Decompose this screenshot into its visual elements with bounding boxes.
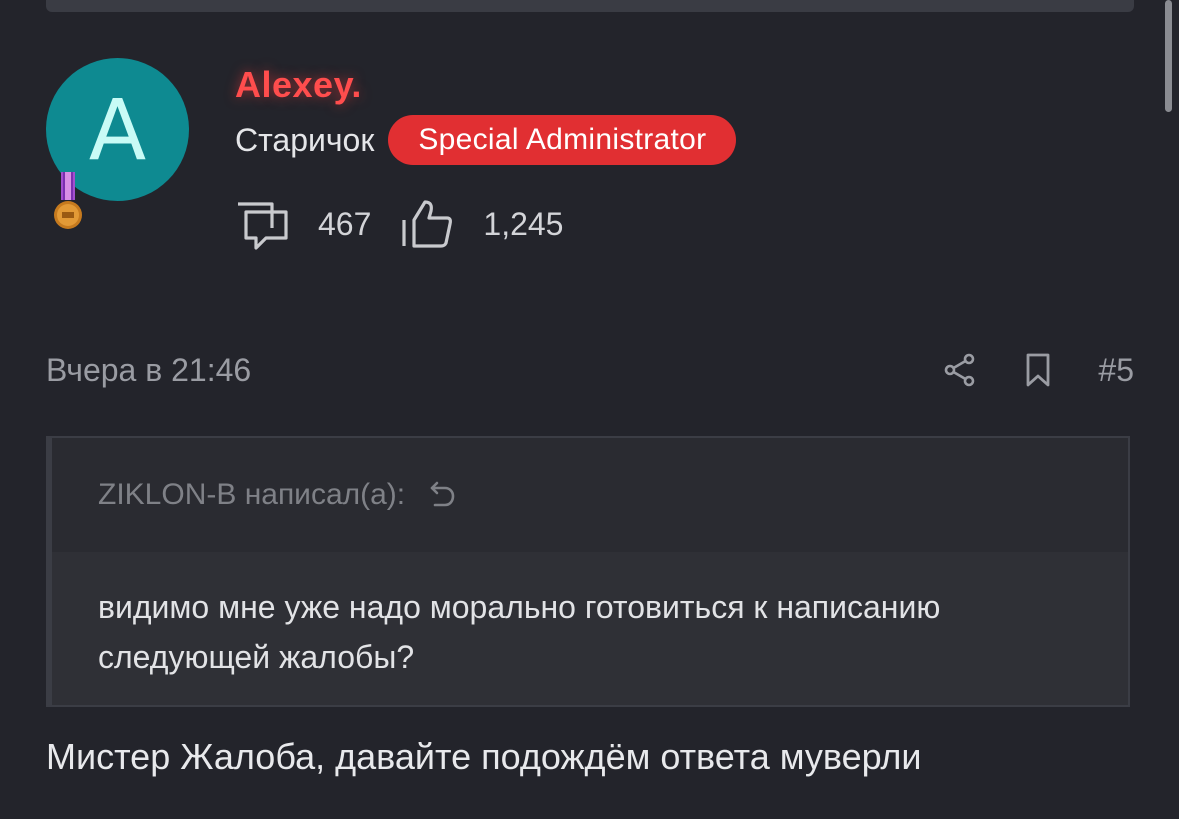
post-actions: #5 xyxy=(942,352,1134,389)
thumbs-up-icon xyxy=(402,200,453,248)
post-meta: Вчера в 21:46 #5 xyxy=(46,346,1134,394)
scrollbar[interactable] xyxy=(1165,0,1172,112)
quote-block: ZIKLON-B написал(а): видимо мне уже надо… xyxy=(46,436,1130,707)
speech-bubble-icon xyxy=(238,202,288,250)
quote-author[interactable]: ZIKLON-B написал(а): xyxy=(98,478,405,512)
user-title-row: Старичок Special Administrator xyxy=(235,114,737,166)
bookmark-icon[interactable] xyxy=(1020,352,1056,388)
role-badge: Special Administrator xyxy=(388,115,737,165)
post-date[interactable]: Вчера в 21:46 xyxy=(46,352,251,389)
share-icon[interactable] xyxy=(942,352,978,388)
quote-text: видимо мне уже надо морально готовиться … xyxy=(52,552,1128,705)
username[interactable]: Alexey. xyxy=(235,64,362,106)
forum-post: A Alexey. Старичок Special Administrator… xyxy=(0,0,1179,819)
avatar-letter: A xyxy=(88,80,147,179)
reactions-count: 1,245 xyxy=(483,205,564,242)
medal-icon xyxy=(54,172,82,229)
post-body: Мистер Жалоба, давайте подождём ответа м… xyxy=(46,736,922,777)
post-number-link[interactable]: #5 xyxy=(1098,352,1134,389)
previous-post-edge xyxy=(46,0,1134,12)
user-title: Старичок xyxy=(235,121,375,158)
messages-count: 467 xyxy=(318,205,372,242)
quote-header: ZIKLON-B написал(а): xyxy=(52,438,1128,552)
user-stats: 467 1,245 xyxy=(236,196,593,252)
jump-to-quote-icon[interactable] xyxy=(427,479,459,511)
